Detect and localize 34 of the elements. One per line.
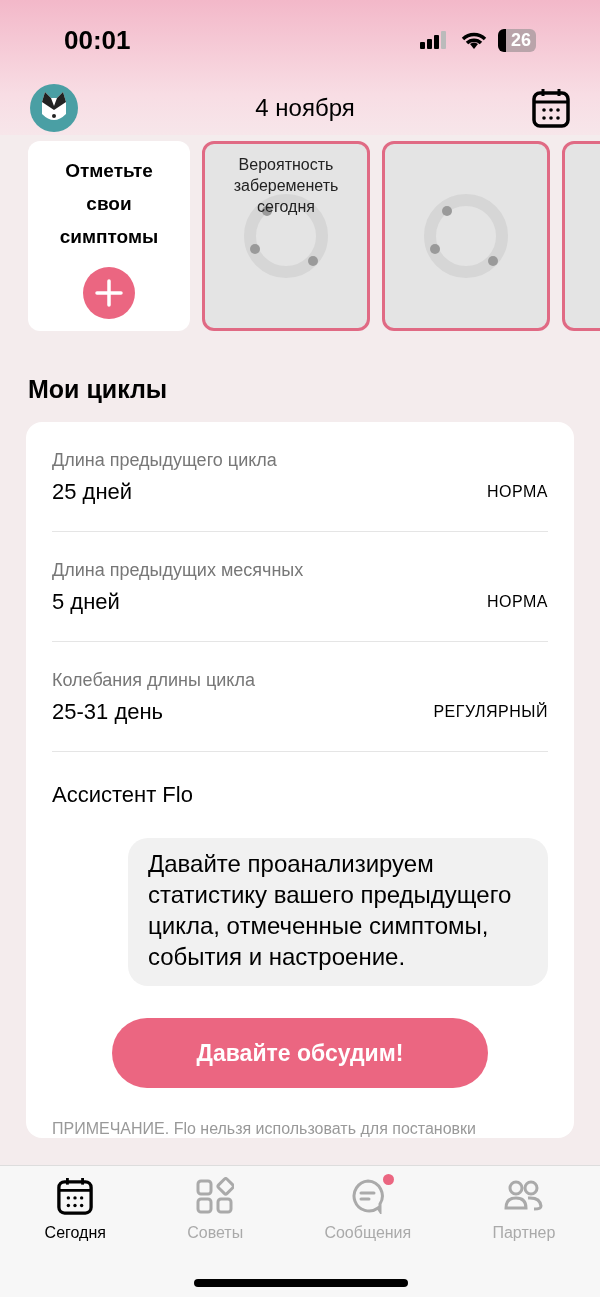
message-bubble: Давайте проанализируем статистику вашего предыдущего цикла, отмеченные симптомы, события и настроение. bbox=[128, 838, 548, 986]
stat-label: Колебания длины цикла bbox=[52, 670, 256, 691]
assistant-title: Ассистент Flo bbox=[52, 782, 194, 808]
stat-value: 25-31 день bbox=[52, 699, 164, 725]
symptoms-card[interactable]: Отметьте свои симптомы bbox=[28, 141, 190, 331]
avatar-icon[interactable] bbox=[30, 83, 78, 132]
add-icon[interactable] bbox=[83, 266, 135, 319]
tab[interactable]: Советы bbox=[181, 1176, 250, 1248]
grid-icon bbox=[196, 1177, 235, 1215]
disclaimer-text: ПРИМЕЧАНИЕ. Flo нельзя использовать для постановки bbox=[52, 1120, 478, 1138]
card-title: Вероятность забеременеть сегодня bbox=[232, 155, 340, 217]
chat-icon bbox=[349, 1178, 386, 1214]
status-time: 00:01 bbox=[64, 24, 131, 56]
calendar-icon[interactable] bbox=[532, 87, 570, 128]
stat-label: Длина предыдущих месячных bbox=[52, 560, 305, 581]
tab[interactable]: Сообщения bbox=[318, 1176, 418, 1248]
discuss-button[interactable]: Давайте обсудим! bbox=[112, 1018, 488, 1088]
loading-card[interactable] bbox=[382, 141, 550, 331]
stat-label: Длина предыдущего цикла bbox=[52, 450, 278, 471]
card-title: Отметьте свои симптомы bbox=[58, 158, 160, 249]
battery-indicator: 26 bbox=[497, 28, 536, 52]
wifi-icon bbox=[459, 30, 488, 50]
tab[interactable]: Партнер bbox=[486, 1176, 562, 1248]
current-date: 4 ноября bbox=[255, 93, 355, 122]
stat-status: РЕГУЛЯРНЫЙ bbox=[433, 703, 548, 721]
stat-status: НОРМА bbox=[487, 593, 548, 611]
calendar-icon bbox=[57, 1177, 94, 1215]
loading-card[interactable]: Вероятность забеременеть сегодня bbox=[202, 141, 370, 331]
tab[interactable]: Сегодня bbox=[38, 1176, 112, 1248]
stat-status: НОРМА bbox=[487, 483, 548, 501]
stat-value: 5 дней bbox=[52, 589, 120, 615]
loading-spinner-icon bbox=[421, 191, 511, 281]
stat-value: 25 дней bbox=[52, 479, 133, 505]
section-title: Мои циклы bbox=[28, 375, 169, 404]
